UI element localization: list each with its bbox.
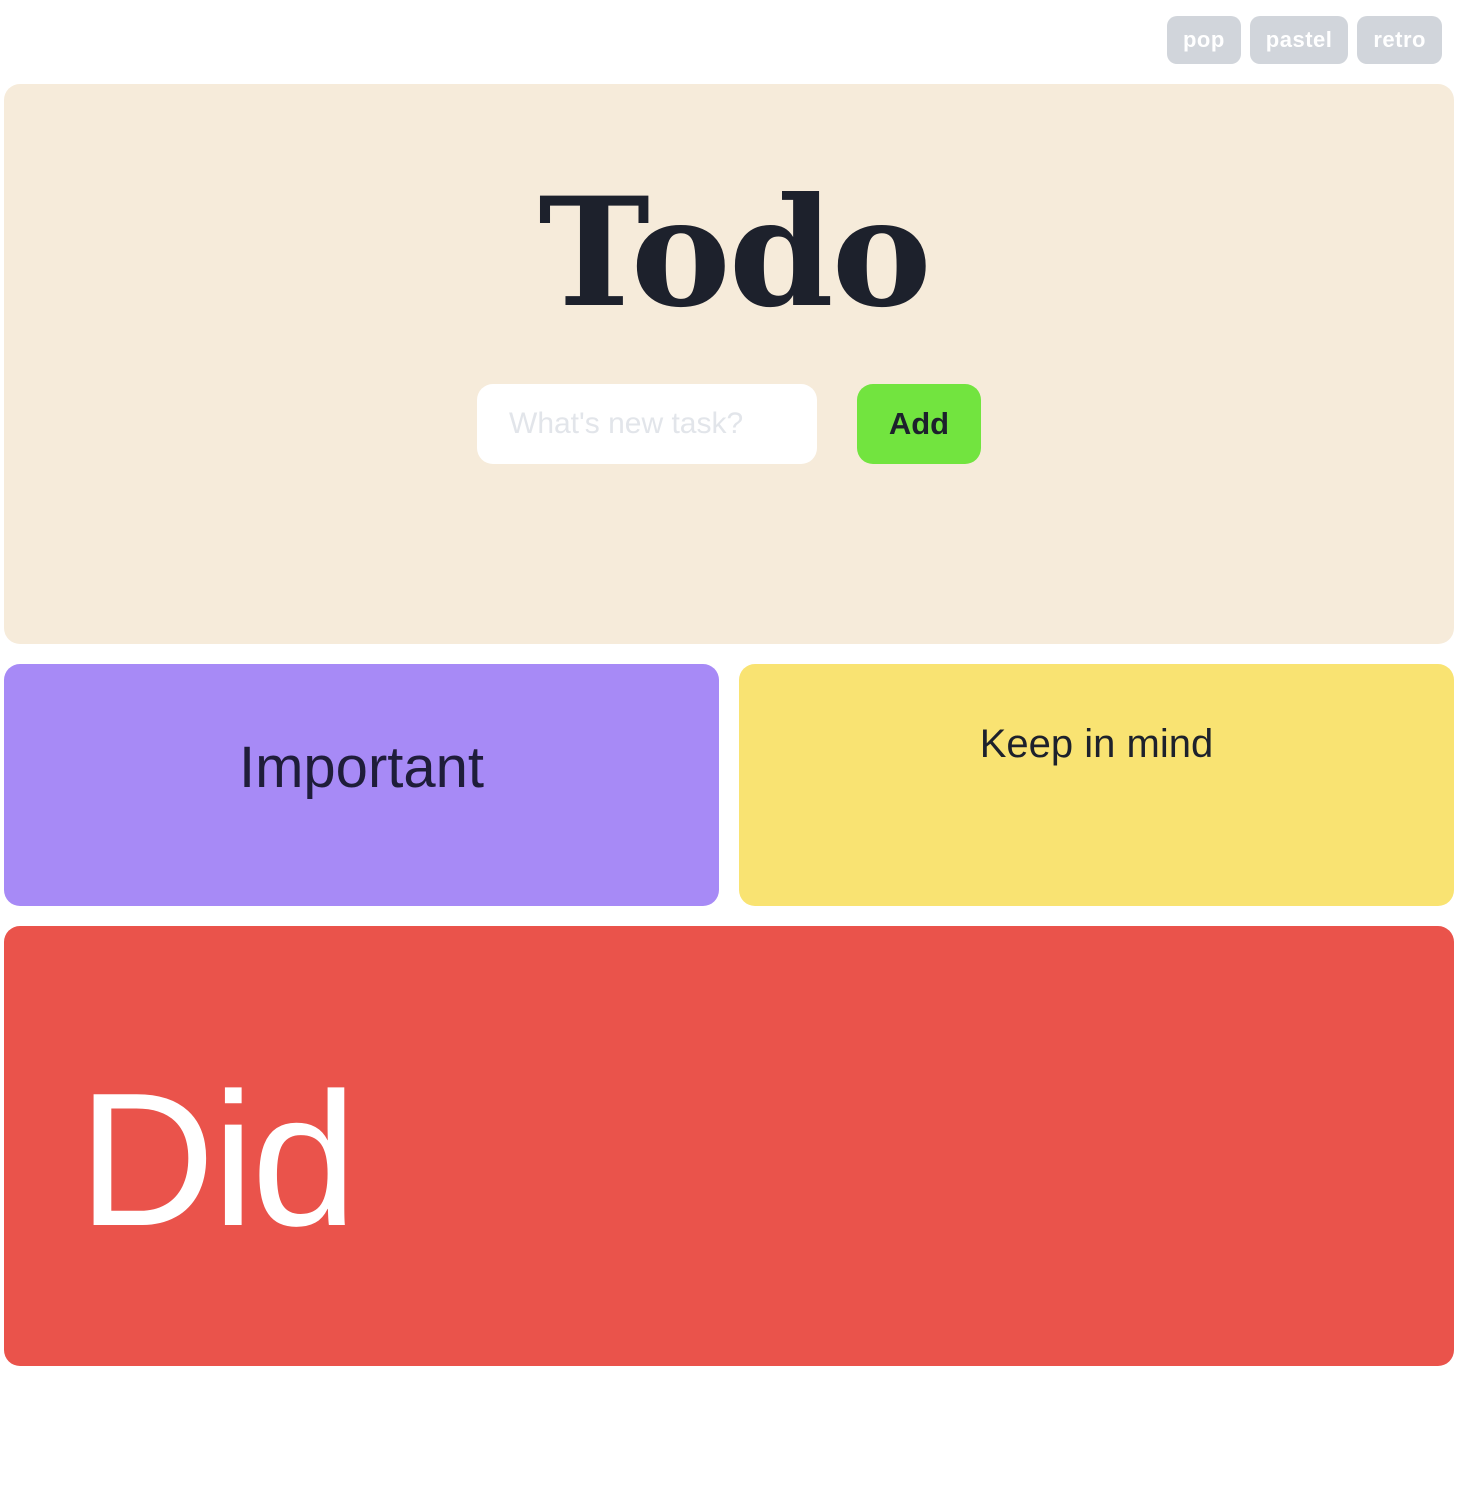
important-column[interactable]: Important	[4, 664, 719, 906]
keep-in-mind-column[interactable]: Keep in mind	[739, 664, 1454, 906]
add-task-button[interactable]: Add	[857, 384, 981, 464]
theme-switcher: pop pastel retro	[1166, 16, 1442, 64]
keep-in-mind-column-title: Keep in mind	[979, 722, 1214, 766]
important-column-title: Important	[239, 735, 484, 800]
did-column[interactable]: Did	[4, 926, 1454, 1366]
did-column-title: Did	[78, 1054, 357, 1266]
theme-pop-button[interactable]: pop	[1166, 16, 1241, 64]
page-title: Todo	[538, 165, 931, 341]
theme-retro-button[interactable]: retro	[1357, 16, 1442, 64]
new-task-input[interactable]	[477, 384, 817, 464]
theme-pastel-button[interactable]: pastel	[1249, 16, 1349, 64]
